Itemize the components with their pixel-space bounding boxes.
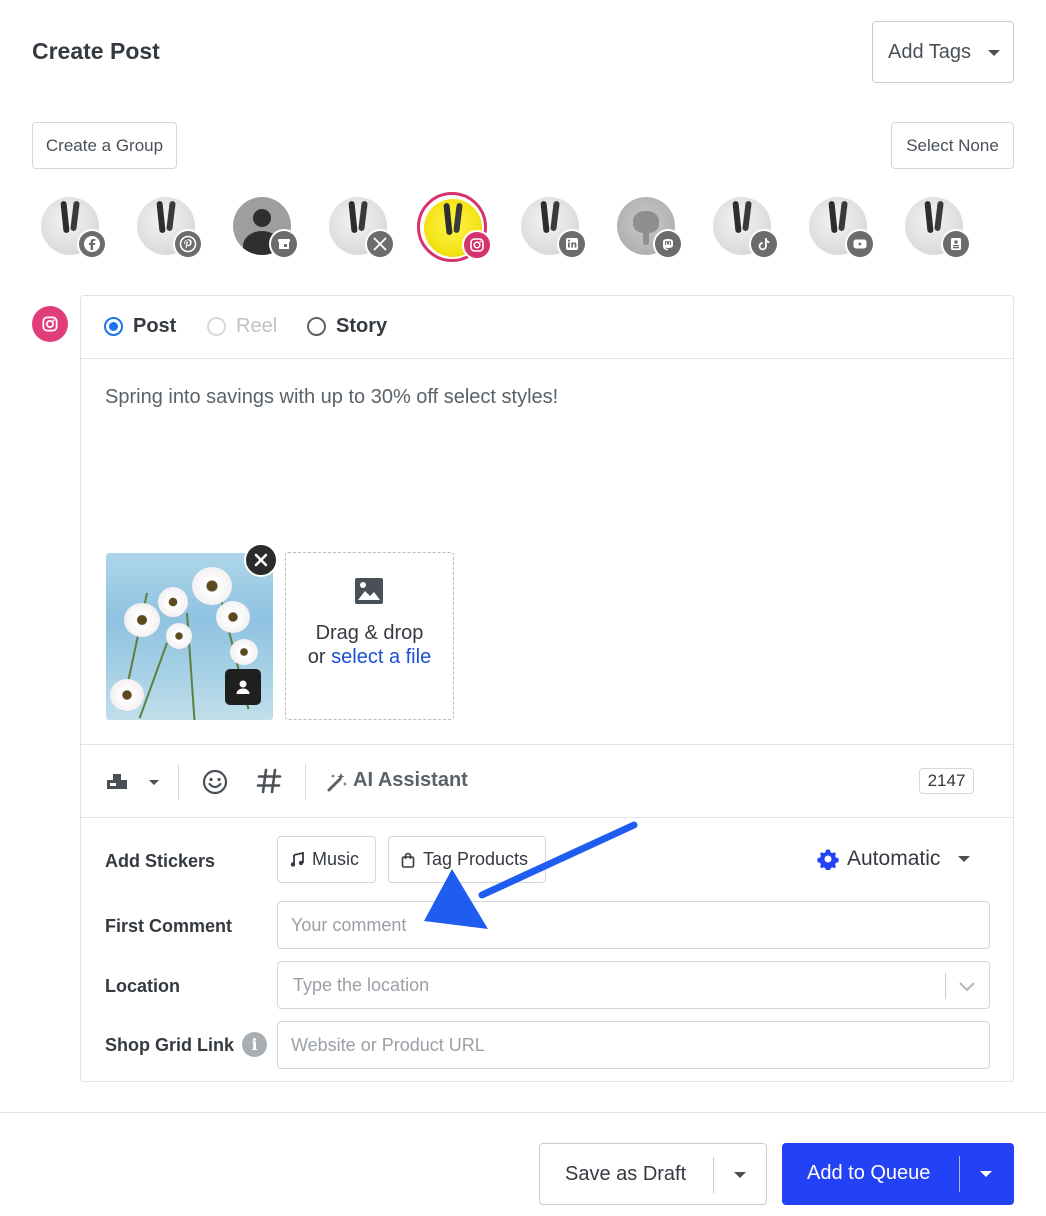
annotation-arrow	[424, 821, 638, 929]
divider	[959, 1156, 960, 1192]
facebook-icon	[77, 229, 107, 259]
instagram-icon	[32, 306, 68, 342]
close-icon	[254, 553, 268, 567]
first-comment-label: First Comment	[105, 916, 233, 936]
x-icon	[365, 229, 395, 259]
pinterest-icon	[173, 229, 203, 259]
music-sticker-button[interactable]: Music	[277, 836, 376, 883]
hashtag-icon[interactable]	[255, 767, 283, 795]
post-type-story[interactable]: Story	[307, 315, 387, 338]
utm-icon[interactable]	[105, 769, 129, 793]
select-none-button[interactable]: Select None	[891, 122, 1014, 169]
save-as-draft-label: Save as Draft	[565, 1163, 687, 1185]
gear-icon	[817, 849, 839, 870]
post-type-post-label: Post	[133, 315, 177, 337]
mastodon-icon	[653, 229, 683, 259]
create-group-button[interactable]: Create a Group	[32, 122, 177, 169]
google-business-icon	[269, 229, 299, 259]
account-startpage[interactable]	[905, 197, 971, 259]
add-to-queue-label: Add to Queue	[807, 1162, 931, 1184]
caret-down-icon	[988, 50, 1000, 56]
magic-wand-icon[interactable]	[325, 770, 349, 794]
sticker-mode-label: Automatic	[847, 847, 941, 870]
instagram-icon	[462, 230, 492, 260]
dropzone-text: Drag & drop	[315, 622, 424, 644]
tiktok-icon	[749, 229, 779, 259]
music-label: Music	[312, 849, 360, 869]
media-dropzone[interactable]: Drag & drop or select a file	[285, 552, 454, 720]
post-type-post[interactable]: Post	[104, 315, 176, 338]
account-linkedin[interactable]	[521, 197, 587, 259]
startpage-icon	[941, 229, 971, 259]
location-label: Location	[105, 976, 180, 996]
dropzone-or: or	[307, 646, 326, 668]
add-stickers-label: Add Stickers	[105, 851, 216, 871]
character-count: 2147	[919, 768, 974, 794]
tag-people-icon[interactable]	[225, 669, 261, 705]
radio-checked	[104, 317, 123, 336]
divider	[713, 1157, 714, 1193]
post-type-reel-label: Reel	[236, 315, 278, 337]
page-title: Create Post	[32, 38, 160, 64]
account-tiktok[interactable]	[713, 197, 779, 259]
remove-image-button[interactable]	[244, 543, 278, 577]
account-mastodon[interactable]	[617, 197, 683, 259]
emoji-icon[interactable]	[201, 768, 228, 795]
post-text-editor[interactable]: Spring into savings with up to 30% off s…	[105, 386, 558, 409]
location-select[interactable]: Type the location	[277, 961, 990, 1009]
radio-disabled	[207, 317, 226, 336]
account-x[interactable]	[329, 197, 395, 259]
linkedin-icon	[557, 229, 587, 259]
add-tags-dropdown[interactable]: Add Tags	[872, 21, 1014, 83]
chevron-down-icon	[959, 982, 975, 992]
post-type-reel: Reel	[207, 315, 277, 338]
attached-image[interactable]	[106, 553, 273, 720]
account-youtube[interactable]	[809, 197, 875, 259]
account-facebook[interactable]	[41, 197, 107, 259]
shop-grid-link-input[interactable]: Website or Product URL	[277, 1021, 990, 1069]
footer-divider	[0, 1112, 1046, 1113]
save-as-draft-button[interactable]: Save as Draft	[539, 1143, 767, 1205]
caret-down-icon	[958, 856, 971, 862]
account-google-business[interactable]	[233, 197, 299, 259]
youtube-icon	[845, 229, 875, 259]
sticker-mode-dropdown[interactable]: Automatic	[817, 847, 971, 871]
composer-toolbar: AI Assistant 2147	[81, 744, 1013, 818]
select-file-link[interactable]: select a file	[331, 646, 431, 668]
add-to-queue-button[interactable]: Add to Queue	[782, 1143, 1014, 1205]
shop-grid-link-label: Shop Grid Link	[105, 1035, 234, 1055]
caret-down-icon[interactable]	[147, 777, 161, 787]
music-icon	[290, 851, 304, 867]
add-tags-label: Add Tags	[888, 40, 972, 63]
divider	[945, 973, 946, 999]
account-instagram[interactable]	[417, 192, 492, 262]
account-pinterest[interactable]	[137, 197, 203, 259]
caret-down-icon[interactable]	[734, 1172, 746, 1178]
post-type-tabs: Post Reel Story	[81, 296, 1013, 359]
post-type-story-label: Story	[336, 315, 388, 337]
caret-down-icon[interactable]	[980, 1171, 992, 1177]
composer-card: Post Reel Story Spring into savings with…	[80, 295, 1014, 1082]
location-placeholder: Type the location	[293, 974, 430, 995]
radio-unchecked	[307, 317, 326, 336]
info-icon[interactable]: i	[242, 1032, 267, 1057]
ai-assistant-button[interactable]: AI Assistant	[353, 769, 468, 792]
image-icon	[355, 578, 383, 604]
